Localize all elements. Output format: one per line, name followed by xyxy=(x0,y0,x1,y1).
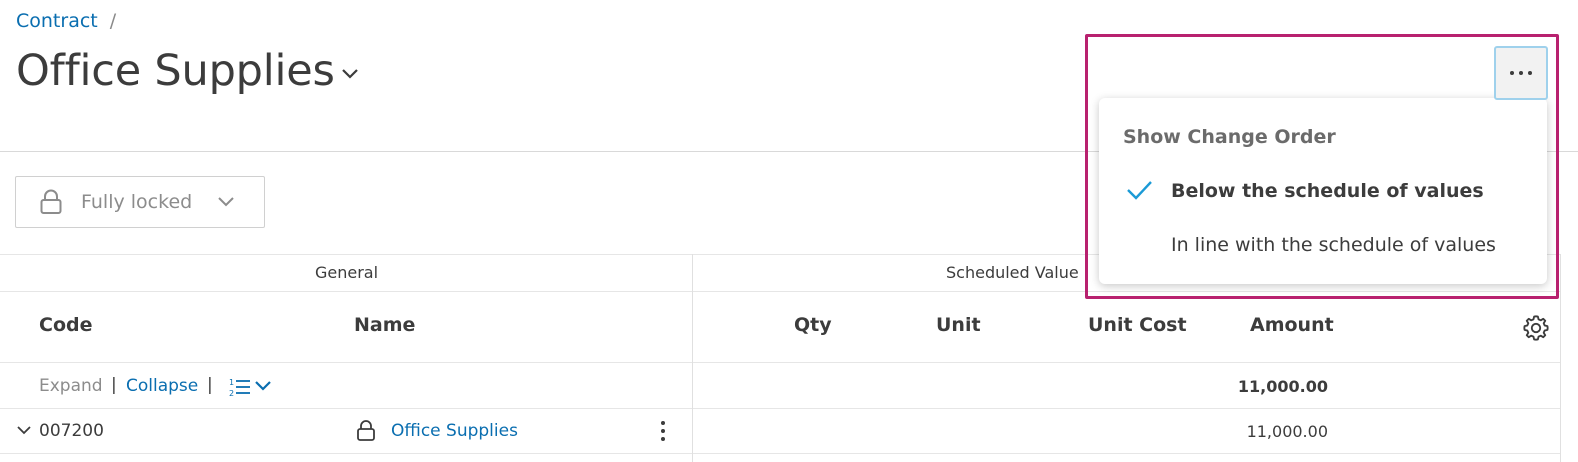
toolbar-separator: | xyxy=(207,375,213,395)
gear-icon[interactable] xyxy=(1522,314,1550,342)
row-amount: 11,000.00 xyxy=(1246,422,1328,441)
highlight-box xyxy=(1085,34,1559,299)
breadcrumb-separator: / xyxy=(109,10,117,32)
toolbar-row-divider xyxy=(0,408,1560,409)
column-header-divider xyxy=(0,362,1560,363)
total-amount: 11,000.00 xyxy=(1237,377,1328,396)
column-header-name[interactable]: Name xyxy=(354,314,415,336)
toolbar-separator: | xyxy=(111,375,117,395)
lock-icon xyxy=(357,420,375,441)
row-divider xyxy=(0,453,1560,454)
svg-text:1: 1 xyxy=(229,378,234,387)
lock-status-dropdown[interactable]: Fully locked xyxy=(15,176,265,228)
column-group-divider xyxy=(692,254,693,462)
column-header-qty[interactable]: Qty xyxy=(794,314,832,336)
lock-status-label: Fully locked xyxy=(81,191,193,213)
chevron-down-icon[interactable] xyxy=(16,424,32,438)
row-code: 007200 xyxy=(39,421,104,441)
svg-text:2: 2 xyxy=(229,389,234,398)
breadcrumb: Contract / xyxy=(16,10,116,32)
breadcrumb-contract-link[interactable]: Contract xyxy=(16,10,98,32)
column-header-code[interactable]: Code xyxy=(39,314,92,336)
column-header-unit[interactable]: Unit xyxy=(936,314,981,336)
collapse-link[interactable]: Collapse xyxy=(126,376,198,396)
table-right-border xyxy=(1560,254,1561,462)
column-header-unit-cost[interactable]: Unit Cost xyxy=(1088,314,1187,336)
chevron-down-icon xyxy=(218,197,234,207)
group-header-scheduled-values: Scheduled Value xyxy=(946,263,1079,282)
column-header-amount[interactable]: Amount xyxy=(1250,314,1334,336)
expand-link[interactable]: Expand xyxy=(39,376,103,396)
row-name-link[interactable]: Office Supplies xyxy=(391,421,518,441)
chevron-down-icon[interactable] xyxy=(340,66,360,82)
lock-icon xyxy=(40,189,62,214)
numbered-list-icon[interactable]: 1 2 xyxy=(228,376,274,398)
group-header-general: General xyxy=(315,263,379,282)
page-title: Office Supplies xyxy=(16,46,335,96)
more-vertical-icon[interactable] xyxy=(654,419,672,443)
